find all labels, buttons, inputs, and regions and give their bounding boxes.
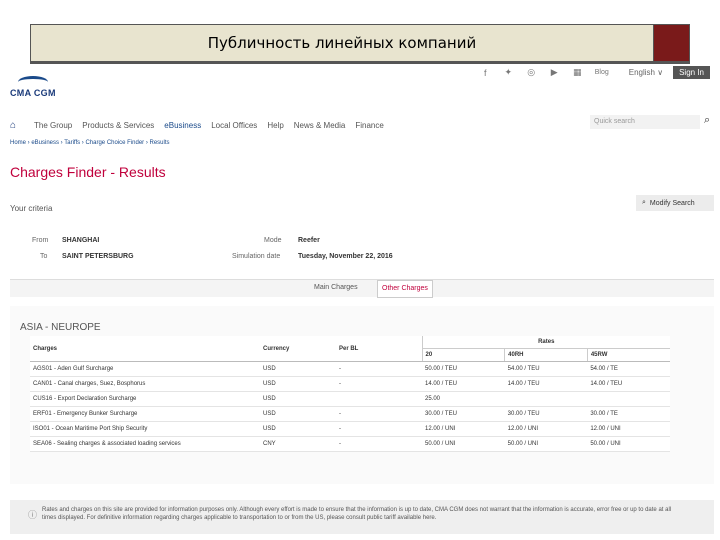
slide-title: Публичность линейных компаний: [207, 34, 477, 52]
charge-per-bl: -: [336, 436, 422, 452]
col-header-20: 20: [421, 348, 505, 362]
disclaimer-text: Rates and charges on this site are provi…: [42, 507, 672, 521]
tab-main-charges[interactable]: Main Charges: [314, 284, 358, 291]
nav-item-group[interactable]: The Group: [34, 121, 72, 130]
twitter-icon[interactable]: ✦: [497, 67, 520, 78]
page-title: Charges Finder - Results: [10, 164, 166, 180]
search-input[interactable]: Quick search: [590, 115, 700, 129]
search-icon[interactable]: ⌕: [704, 114, 710, 127]
rate-45rw: 12.00 / UNI: [587, 421, 670, 437]
rate-40rh: 54.00 / TEU: [504, 361, 588, 377]
utility-bar: f ✦ ◎ ▶ ▦ Blog English ∨ Sign In: [474, 66, 710, 79]
rate-40rh: 30.00 / TEU: [504, 406, 588, 422]
rate-40rh: 14.00 / TEU: [504, 376, 588, 392]
charge-name: ERF01 - Emergency Bunker Surcharge: [30, 406, 260, 422]
rate-45rw: 50.00 / UNI: [587, 436, 670, 452]
nav-item-products[interactable]: Products & Services: [82, 121, 154, 130]
charge-currency: USD: [260, 421, 336, 437]
charge-per-bl: -: [336, 361, 422, 377]
linkedin-icon[interactable]: ▦: [566, 67, 589, 78]
table-row: ISO01 - Ocean Maritime Port Ship Securit…: [30, 421, 670, 437]
rate-45rw: 14.00 / TEU: [587, 376, 670, 392]
rate-40rh: 50.00 / UNI: [504, 436, 588, 452]
signin-button[interactable]: Sign In: [673, 66, 710, 79]
to-label: To: [40, 253, 48, 260]
rate-20: 25.00: [422, 391, 505, 407]
section-title: ASIA - NEUROPE: [20, 322, 101, 333]
date-value: Tuesday, November 22, 2016: [298, 253, 393, 260]
instagram-icon[interactable]: ◎: [520, 67, 543, 78]
tab-other-charges[interactable]: Other Charges: [377, 280, 433, 298]
charge-currency: USD: [260, 406, 336, 422]
slide-banner: Публичность линейных компаний: [30, 24, 690, 64]
mode-value: Reefer: [298, 237, 320, 244]
blog-link[interactable]: Blog: [595, 69, 609, 76]
language-label: English: [628, 68, 655, 77]
charges-tabs: Main Charges Other Charges: [10, 279, 714, 298]
rate-40rh: [504, 391, 588, 407]
charge-name: AGS01 - Aden Gulf Surcharge: [30, 361, 260, 377]
rate-20: 14.00 / TEU: [422, 376, 505, 392]
nav-item-ebusiness[interactable]: eBusiness: [164, 121, 201, 130]
charge-currency: CNY: [260, 436, 336, 452]
rate-45rw: 54.00 / TE: [587, 361, 670, 377]
nav-item-news[interactable]: News & Media: [294, 121, 346, 130]
table-row: CAN01 - Canal charges, Suez, Bosphorus U…: [30, 376, 670, 392]
from-label: From: [32, 237, 49, 244]
rate-40rh: 12.00 / UNI: [504, 421, 588, 437]
charge-name: SEA06 - Sealing charges & associated loa…: [30, 436, 260, 452]
home-icon[interactable]: ⌂: [10, 120, 24, 131]
col-header-per-bl: Per BL: [336, 336, 422, 362]
rate-45rw: [587, 391, 670, 407]
charge-name: ISO01 - Ocean Maritime Port Ship Securit…: [30, 421, 260, 437]
youtube-icon[interactable]: ▶: [543, 67, 566, 78]
mode-label: Mode: [264, 237, 282, 244]
slide-title-box: Публичность линейных компаний: [30, 24, 654, 64]
rate-20: 50.00 / TEU: [422, 361, 505, 377]
main-nav: ⌂ The Group Products & Services eBusines…: [10, 118, 384, 132]
breadcrumb[interactable]: Home › eBusiness › Tariffs › Charge Choi…: [10, 140, 170, 146]
criteria-heading: Your criteria: [10, 204, 53, 213]
info-icon: ⓘ: [28, 510, 38, 520]
rate-20: 30.00 / TEU: [422, 406, 505, 422]
nav-item-local-offices[interactable]: Local Offices: [211, 121, 257, 130]
charge-per-bl: -: [336, 421, 422, 437]
rate-20: 12.00 / UNI: [422, 421, 505, 437]
col-header-currency: Currency: [260, 336, 336, 362]
search-icon: ⌕: [642, 199, 646, 206]
charge-name: CAN01 - Canal charges, Suez, Bosphorus: [30, 376, 260, 392]
nav-item-help[interactable]: Help: [267, 121, 283, 130]
logo-arc-icon: [18, 76, 48, 88]
charge-name: CUS16 - Export Declaration Surcharge: [30, 391, 260, 407]
table-row: SEA06 - Sealing charges & associated loa…: [30, 436, 670, 452]
brand-name: CMA CGM: [10, 88, 56, 98]
modify-search-button[interactable]: ⌕ Modify Search: [636, 195, 714, 211]
charge-currency: USD: [260, 361, 336, 377]
table-row: AGS01 - Aden Gulf Surcharge USD - 50.00 …: [30, 361, 670, 377]
col-header-rates: Rates: [421, 336, 670, 349]
banner-accent: [654, 24, 690, 64]
facebook-icon[interactable]: f: [474, 68, 497, 78]
charge-per-bl: -: [336, 406, 422, 422]
col-header-45rw: 45RW: [586, 348, 670, 362]
charge-currency: USD: [260, 391, 336, 407]
from-value: SHANGHAI: [62, 237, 100, 244]
brand-logo[interactable]: CMA CGM: [10, 76, 60, 100]
modify-search-label: Modify Search: [649, 199, 695, 207]
charge-per-bl: -: [336, 376, 422, 392]
charge-currency: USD: [260, 376, 336, 392]
table-row: ERF01 - Emergency Bunker Surcharge USD -…: [30, 406, 670, 422]
table-row: CUS16 - Export Declaration Surcharge USD…: [30, 391, 670, 407]
charge-per-bl: [336, 391, 422, 407]
nav-item-finance[interactable]: Finance: [355, 121, 383, 130]
col-header-40rh: 40RH: [504, 348, 588, 362]
language-select[interactable]: English ∨: [629, 68, 663, 77]
charges-table: Charges Currency Per BL Rates 20 40RH 45…: [30, 336, 670, 452]
to-value: SAINT PETERSBURG: [62, 253, 134, 260]
col-header-charges: Charges: [30, 336, 260, 362]
date-label: Simulation date: [232, 253, 281, 260]
chevron-down-icon: ∨: [657, 68, 664, 77]
rate-20: 50.00 / UNI: [422, 436, 505, 452]
rate-45rw: 30.00 / TE: [587, 406, 670, 422]
